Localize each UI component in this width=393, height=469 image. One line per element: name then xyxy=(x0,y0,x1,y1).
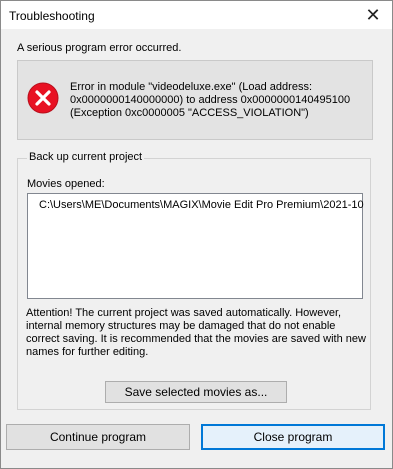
list-item[interactable]: C:\Users\ME\Documents\MAGIX\Movie Edit P… xyxy=(39,199,364,211)
error-message: Error in module "videodeluxe.exe" (Load … xyxy=(70,81,351,119)
backup-groupbox: Back up current project Movies opened: C… xyxy=(17,151,371,410)
attention-text: Attention! The current project was saved… xyxy=(26,307,366,358)
save-selected-movies-button[interactable]: Save selected movies as... xyxy=(105,381,287,403)
title-bar: Troubleshooting ✕ xyxy=(1,1,392,29)
error-icon xyxy=(27,82,59,114)
continue-program-button[interactable]: Continue program xyxy=(6,424,190,450)
close-icon[interactable]: ✕ xyxy=(362,5,384,25)
error-headline: A serious program error occurred. xyxy=(17,42,182,54)
window-title: Troubleshooting xyxy=(9,9,95,23)
movies-opened-label: Movies opened: xyxy=(27,178,105,190)
troubleshooting-dialog: Troubleshooting ✕ A serious program erro… xyxy=(0,0,393,469)
backup-group-label: Back up current project xyxy=(27,151,145,163)
error-details-panel: Error in module "videodeluxe.exe" (Load … xyxy=(17,60,373,140)
close-program-button[interactable]: Close program xyxy=(201,424,385,450)
movies-listbox[interactable]: C:\Users\ME\Documents\MAGIX\Movie Edit P… xyxy=(27,193,364,299)
